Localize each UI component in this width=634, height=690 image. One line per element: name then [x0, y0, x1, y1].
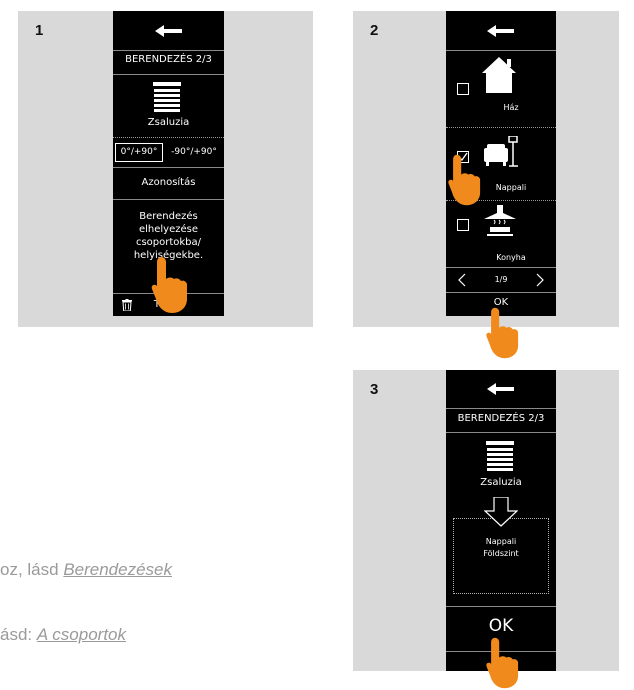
- house-icon: [482, 57, 516, 93]
- assign-line-1: Berendezés: [139, 211, 198, 222]
- target-floor-name: Földszint: [483, 549, 519, 558]
- back-button[interactable]: [446, 11, 556, 51]
- sofa-lamp-icon: [484, 136, 518, 167]
- step-1-number: 1: [35, 22, 44, 39]
- remote-screen-3: BERENDEZÉS 2/3 Zsaluzia Nappali Földszin…: [446, 370, 556, 671]
- back-button[interactable]: [446, 370, 556, 408]
- ok-button[interactable]: OK: [446, 616, 556, 636]
- step-3-number: 3: [370, 381, 379, 398]
- pagination-bar: 1/9: [446, 268, 556, 292]
- chevron-right-icon[interactable]: [536, 273, 544, 287]
- blind-icon: [486, 441, 514, 471]
- assign-line-3: csoportokba/: [135, 237, 202, 248]
- room-item-haz[interactable]: Ház: [446, 51, 556, 127]
- angle-option-0-90[interactable]: 0°/+90°: [115, 143, 163, 162]
- back-button[interactable]: [113, 11, 224, 51]
- hand-pointer-icon: [486, 307, 519, 359]
- background-text-line-1: oz, lásd Berendezések: [0, 560, 172, 579]
- arrow-down-icon: [484, 497, 518, 527]
- blind-icon: [153, 82, 181, 112]
- room-item-konyha[interactable]: Konyha: [446, 201, 556, 267]
- device-name: Zsaluzia: [480, 477, 522, 488]
- assign-line-2: elhelyezése: [138, 224, 199, 235]
- angle-option-90-90[interactable]: -90°/+90°: [165, 143, 223, 162]
- back-arrow-icon: [487, 25, 514, 37]
- back-arrow-icon: [487, 383, 514, 395]
- hand-pointer-icon: [151, 257, 187, 313]
- device-name: Zsaluzia: [147, 117, 190, 128]
- hand-pointer-icon: [448, 154, 481, 206]
- header-title: BERENDEZÉS 2/3: [125, 54, 212, 65]
- hand-pointer-icon: [486, 637, 519, 689]
- header-title: BERENDEZÉS 2/3: [457, 413, 545, 424]
- berendezesek-link[interactable]: Berendezések: [63, 560, 172, 579]
- room-label-haz: Ház: [503, 103, 519, 112]
- a-csoportok-link[interactable]: A csoportok: [37, 625, 126, 644]
- identify-button[interactable]: Azonosítás: [113, 177, 224, 188]
- room-checkbox-haz[interactable]: [457, 83, 469, 95]
- room-label-konyha: Konyha: [496, 253, 526, 262]
- step-2-number: 2: [370, 22, 379, 39]
- room-checkbox-konyha[interactable]: [457, 219, 469, 231]
- background-text-line-2: ásd: A csoportok: [0, 625, 126, 644]
- target-room-name: Nappali: [485, 537, 517, 546]
- back-arrow-icon: [155, 25, 182, 37]
- kitchen-hood-icon: [484, 205, 516, 236]
